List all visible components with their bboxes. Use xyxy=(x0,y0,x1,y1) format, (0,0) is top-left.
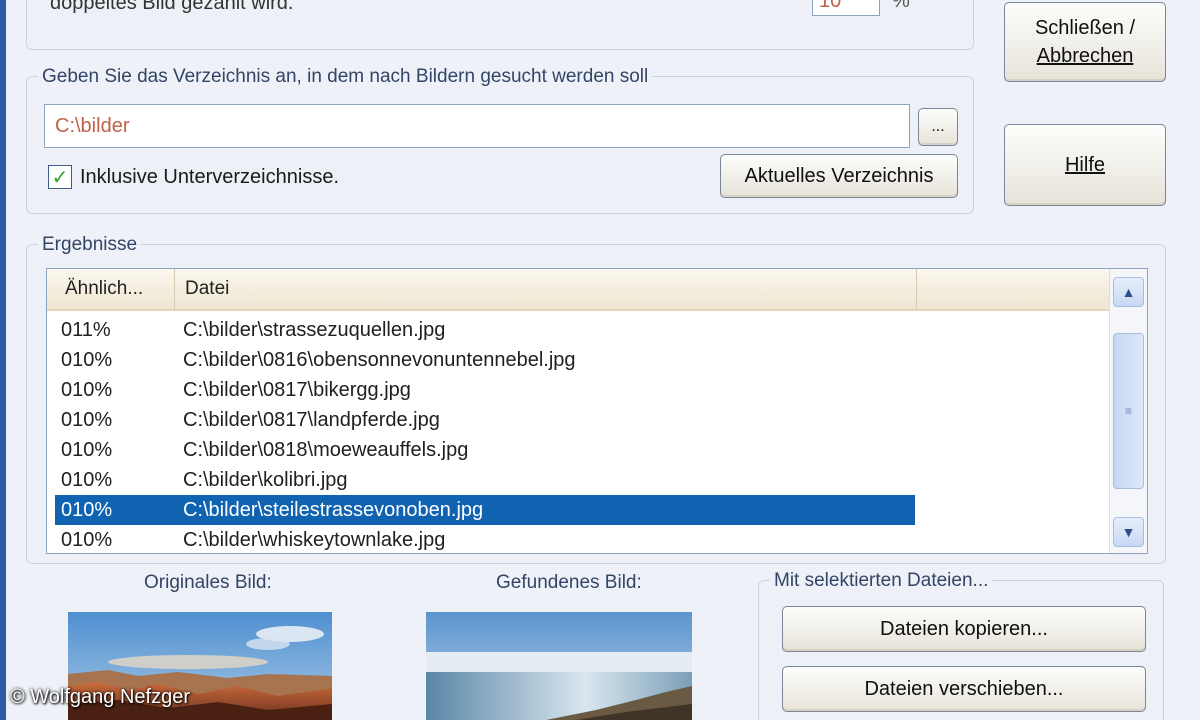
found-image-label: Gefundenes Bild: xyxy=(496,572,642,593)
directory-path-value: C:\bilder xyxy=(55,114,130,137)
similarity-cell: 010% xyxy=(61,438,113,461)
similarity-cell: 010% xyxy=(61,468,113,491)
results-header: Ähnlich... Datei xyxy=(47,269,1109,311)
cancel-label: Abbrechen xyxy=(1036,45,1134,67)
threshold-input[interactable]: 10 xyxy=(812,0,880,16)
chevron-up-icon: ▲ xyxy=(1121,284,1136,300)
copy-files-label: Dateien kopieren... xyxy=(880,618,1048,640)
results-scrollbar[interactable]: ▲ ≡ ▼ xyxy=(1109,269,1147,553)
table-row[interactable]: 011% C:\bilder\strassezuquellen.jpg xyxy=(55,315,445,345)
scroll-thumb[interactable]: ≡ xyxy=(1113,333,1144,489)
help-label: Hilfe xyxy=(1064,154,1105,176)
close-cancel-button[interactable]: Schließen / Abbrechen xyxy=(1004,2,1166,82)
table-row[interactable]: 010% C:\bilder\0817\bikergg.jpg xyxy=(55,375,411,405)
actions-group-title: Mit selektierten Dateien... xyxy=(770,570,993,592)
table-row[interactable]: 010% C:\bilder\0817\landpferde.jpg xyxy=(55,405,440,435)
found-image-graphic xyxy=(426,612,692,720)
file-cell: C:\bilder\0816\obensonnevonuntennebel.jp… xyxy=(183,348,576,371)
similarity-cell: 010% xyxy=(61,498,113,521)
check-icon: ✓ xyxy=(51,166,69,189)
table-row[interactable]: 010% C:\bilder\kolibri.jpg xyxy=(55,465,348,495)
file-cell: C:\bilder\kolibri.jpg xyxy=(183,468,348,491)
column-header-file[interactable]: Datei xyxy=(175,269,917,309)
file-cell: C:\bilder\steilestrassevonoben.jpg xyxy=(183,498,484,521)
directory-path-input[interactable]: C:\bilder xyxy=(44,104,910,148)
file-cell: C:\bilder\strassezuquellen.jpg xyxy=(183,318,446,341)
duplicate-description: doppeltes Bild gezählt wird. xyxy=(50,0,294,14)
current-directory-label: Aktuelles Verzeichnis xyxy=(744,165,934,187)
table-row-selected[interactable]: 010% C:\bilder\steilestrassevonoben.jpg xyxy=(55,495,915,525)
table-row[interactable]: 010% C:\bilder\whiskeytownlake.jpg xyxy=(55,525,446,553)
found-image-preview xyxy=(426,612,692,720)
include-subdirs-checkbox[interactable]: ✓ xyxy=(48,165,72,189)
scroll-up-button[interactable]: ▲ xyxy=(1113,277,1144,307)
current-directory-button[interactable]: Aktuelles Verzeichnis xyxy=(720,154,958,198)
browse-label: ... xyxy=(931,118,945,135)
threshold-value: 10 xyxy=(819,0,842,12)
copy-files-button[interactable]: Dateien kopieren... xyxy=(782,606,1146,652)
original-image-label: Originales Bild: xyxy=(144,572,272,593)
table-row[interactable]: 010% C:\bilder\0816\obensonnevonuntenneb… xyxy=(55,345,576,375)
window-frame xyxy=(0,0,6,720)
help-button[interactable]: Hilfe xyxy=(1004,124,1166,206)
threshold-unit: % xyxy=(892,0,910,12)
copyright-watermark: © Wolfgang Nefzger xyxy=(10,686,191,708)
results-group-title: Ergebnisse xyxy=(38,234,142,256)
include-subdirs-label: Inklusive Unterverzeichnisse. xyxy=(80,166,339,188)
move-files-button[interactable]: Dateien verschieben... xyxy=(782,666,1146,712)
similarity-cell: 010% xyxy=(61,378,113,401)
column-header-similarity[interactable]: Ähnlich... xyxy=(55,269,175,309)
file-cell: C:\bilder\whiskeytownlake.jpg xyxy=(183,528,446,551)
close-label: Schließen / xyxy=(1034,17,1136,39)
file-cell: C:\bilder\0817\landpferde.jpg xyxy=(183,408,440,431)
similarity-cell: 010% xyxy=(61,408,113,431)
scroll-down-button[interactable]: ▼ xyxy=(1113,517,1144,547)
file-cell: C:\bilder\0817\bikergg.jpg xyxy=(183,378,411,401)
chevron-down-icon: ▼ xyxy=(1121,524,1136,540)
grip-icon: ≡ xyxy=(1124,404,1132,418)
similarity-cell: 010% xyxy=(61,528,113,551)
similarity-cell: 010% xyxy=(61,348,113,371)
browse-button[interactable]: ... xyxy=(918,108,958,146)
results-list[interactable]: Ähnlich... Datei 011% C:\bilder\strassez… xyxy=(46,268,1148,554)
table-row[interactable]: 010% C:\bilder\0818\moeweauffels.jpg xyxy=(55,435,468,465)
directory-group-title: Geben Sie das Verzeichnis an, in dem nac… xyxy=(38,66,653,88)
file-cell: C:\bilder\0818\moeweauffels.jpg xyxy=(183,438,469,461)
similarity-cell: 011% xyxy=(61,318,111,341)
move-files-label: Dateien verschieben... xyxy=(864,678,1064,700)
